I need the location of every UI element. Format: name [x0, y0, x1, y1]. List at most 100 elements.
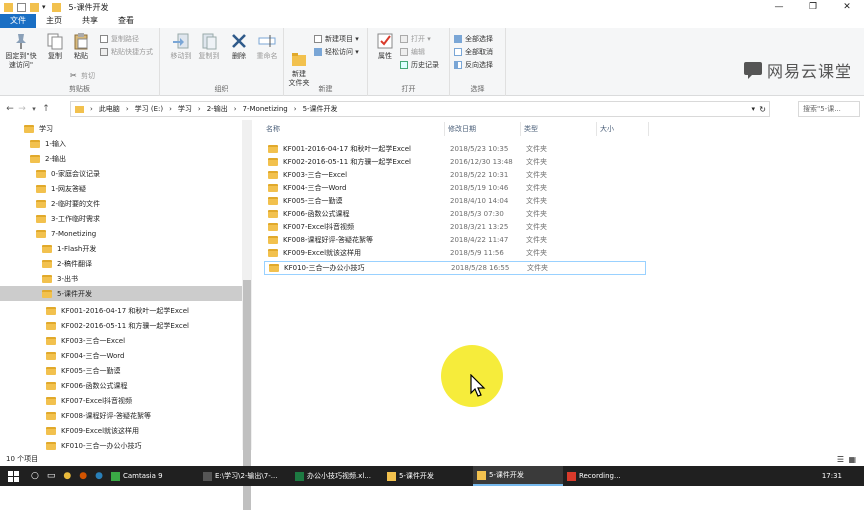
easy-access-button[interactable]: 轻松访问 ▾ [314, 47, 359, 57]
tab-share[interactable]: 共享 [72, 14, 108, 28]
app-icon[interactable]: ● [75, 466, 91, 486]
tab-home[interactable]: 主页 [36, 14, 72, 28]
delete-icon [230, 32, 248, 50]
start-button[interactable] [0, 466, 27, 486]
file-row[interactable]: KF003-三合一Excel 2018/5/22 10:31 文件夹 [264, 168, 646, 182]
properties-icon[interactable] [17, 2, 26, 12]
breadcrumb-current[interactable]: 5-课件开发 [303, 104, 338, 114]
cut-button[interactable]: ✂ 剪切 [70, 71, 95, 81]
column-separator[interactable] [648, 122, 649, 136]
tree-item[interactable]: 1-网友答疑 [36, 181, 86, 196]
new-folder-button[interactable]: 新建 文件夹 [284, 32, 314, 88]
tab-view[interactable]: 查看 [108, 14, 144, 28]
file-row[interactable]: KF006-函数公式课程 2018/5/3 07:30 文件夹 [264, 207, 646, 221]
taskbar-item[interactable]: Camtasia 9 [107, 466, 199, 486]
file-row[interactable]: KF001-2016-04-17 和秋叶一起学Excel 2018/5/23 10… [264, 142, 646, 156]
file-row[interactable]: KF004-三合一Word 2018/5/19 10:46 文件夹 [264, 181, 646, 195]
file-row[interactable]: KF009-Excel就该这样用 2018/5/9 11:56 文件夹 [264, 246, 646, 260]
column-header-date[interactable]: 修改日期 [448, 124, 476, 134]
tree-item[interactable]: KF010-三合一办公小技巧 [46, 438, 142, 450]
breadcrumb-study[interactable]: 学习 [178, 104, 192, 114]
address-dropdown-icon[interactable]: ▾ [751, 105, 755, 113]
column-separator[interactable] [444, 122, 445, 136]
tree-item[interactable]: 3-出书 [42, 271, 78, 286]
column-header-type[interactable]: 类型 [524, 124, 538, 134]
tree-item[interactable]: KF002-2016-05-11 和方骥一起学Excel [46, 318, 189, 333]
back-button[interactable]: ← [4, 104, 16, 114]
tree-item[interactable]: 1-输入 [30, 136, 66, 151]
breadcrumb-output[interactable]: 2-输出 [207, 104, 228, 114]
copy-to-button[interactable]: 复制到 [194, 32, 224, 61]
paste-button[interactable]: 粘贴 [66, 32, 96, 61]
invert-selection-button[interactable]: 反向选择 [454, 60, 493, 70]
clock[interactable]: 17:31 [822, 466, 842, 486]
minimize-button[interactable]: — [762, 0, 796, 14]
tree-item[interactable]: KF003-三合一Excel [46, 333, 125, 348]
tree-item[interactable]: 2-临时要的文件 [36, 196, 100, 211]
nav-scrollbar[interactable] [242, 120, 252, 510]
tree-item[interactable]: KF006-函数公式课程 [46, 378, 128, 393]
tree-item[interactable]: KF005-三合一勤谟 [46, 363, 121, 378]
tree-item[interactable]: KF008-课程好评-答疑花絮等 [46, 408, 151, 423]
copy-path-button[interactable]: 复制路径 [100, 34, 139, 44]
taskbar-item-active[interactable]: 5-课件开发 [472, 466, 563, 486]
pin-quick-access-button[interactable]: 固定到"快速访问" [2, 32, 40, 70]
forward-button[interactable]: → [16, 104, 28, 114]
tree-item[interactable]: 2-输出 [30, 151, 66, 166]
file-row[interactable]: KF007-Excel抖音视频 2018/3/21 13:25 文件夹 [264, 220, 646, 234]
file-row-selected[interactable]: KF010-三合一办公小技巧 2018/5/28 16:55 文件夹 [264, 261, 646, 275]
column-header-name[interactable]: 名称 [266, 124, 280, 134]
details-view-icon[interactable]: ☰ [837, 455, 844, 464]
search-input[interactable]: 搜索"5-课... [798, 101, 860, 117]
breadcrumb-drive-e[interactable]: 学习 (E:) [135, 104, 163, 114]
app-icon[interactable]: ● [91, 466, 107, 486]
taskbar-item[interactable]: E:\学习\2-输出\7-... [199, 466, 291, 486]
history-button[interactable]: 历史记录 [400, 60, 439, 70]
tree-item[interactable]: 学习 [24, 121, 53, 136]
tree-item[interactable]: 0-家庭会议记录 [36, 166, 100, 181]
tree-item[interactable]: KF007-Excel抖音视频 [46, 393, 132, 408]
column-separator[interactable] [520, 122, 521, 136]
taskbar-item[interactable]: 办公小技巧视频.xl... [291, 466, 383, 486]
taskbar-item[interactable]: Recording... [563, 466, 633, 486]
file-row[interactable]: KF002-2016-05-11 和方骥一起学Excel 2016/12/30 1… [264, 155, 646, 169]
search-icon[interactable]: ○ [27, 466, 43, 486]
properties-button[interactable]: 属性 [370, 32, 400, 61]
maximize-button[interactable]: ❐ [796, 0, 830, 14]
recent-dropdown-button[interactable]: ▾ [28, 105, 40, 113]
new-folder-icon[interactable] [30, 2, 39, 12]
large-icons-view-icon[interactable]: ▦ [848, 455, 856, 464]
edit-button[interactable]: 编辑 [400, 47, 425, 57]
breadcrumb-this-pc[interactable]: 此电脑 [99, 104, 120, 114]
delete-button[interactable]: 删除 [224, 32, 254, 61]
address-box[interactable]: › 此电脑 › 学习 (E:) › 学习 › 2-输出 › 7-Monetizi… [70, 101, 770, 117]
chrome-icon[interactable]: ● [59, 466, 75, 486]
open-button[interactable]: 打开 ▾ [400, 34, 431, 44]
column-header-size[interactable]: 大小 [600, 124, 614, 134]
tree-item[interactable]: KF004-三合一Word [46, 348, 125, 363]
up-button[interactable]: ↑ [40, 104, 52, 114]
tree-item[interactable]: 3-工作临时需求 [36, 211, 100, 226]
tree-item[interactable]: 7-Monetizing [36, 226, 96, 241]
select-none-button[interactable]: 全部取消 [454, 47, 493, 57]
column-separator[interactable] [596, 122, 597, 136]
file-row[interactable]: KF005-三合一勤谟 2018/4/10 14:04 文件夹 [264, 194, 646, 208]
tree-item[interactable]: 2-稿件翻译 [42, 256, 92, 271]
tree-item[interactable]: KF009-Excel就该这样用 [46, 423, 139, 438]
qat-dropdown-icon[interactable]: ▾ [42, 3, 46, 11]
file-row[interactable]: KF008-课程好评-答疑花絮等 2018/4/22 11:47 文件夹 [264, 233, 646, 247]
move-to-button[interactable]: 移动到 [166, 32, 196, 61]
taskbar-item[interactable]: 5-课件开发 [383, 466, 473, 486]
refresh-icon[interactable]: ↻ [759, 105, 766, 114]
tab-file[interactable]: 文件 [0, 14, 36, 28]
tree-item-selected[interactable]: 5-课件开发 [0, 286, 242, 301]
task-view-icon[interactable]: ▭ [43, 466, 60, 486]
select-all-button[interactable]: 全部选择 [454, 34, 493, 44]
tree-item[interactable]: KF001-2016-04-17 和秋叶一起学Excel [46, 303, 189, 318]
breadcrumb-monetizing[interactable]: 7-Monetizing [243, 105, 288, 113]
paste-shortcut-button[interactable]: 粘贴快捷方式 [100, 47, 153, 57]
rename-button[interactable]: 重命名 [252, 32, 282, 61]
new-item-button[interactable]: 新建项目 ▾ [314, 34, 359, 44]
close-button[interactable]: ✕ [830, 0, 864, 14]
tree-item[interactable]: 1-Flash开发 [42, 241, 96, 256]
